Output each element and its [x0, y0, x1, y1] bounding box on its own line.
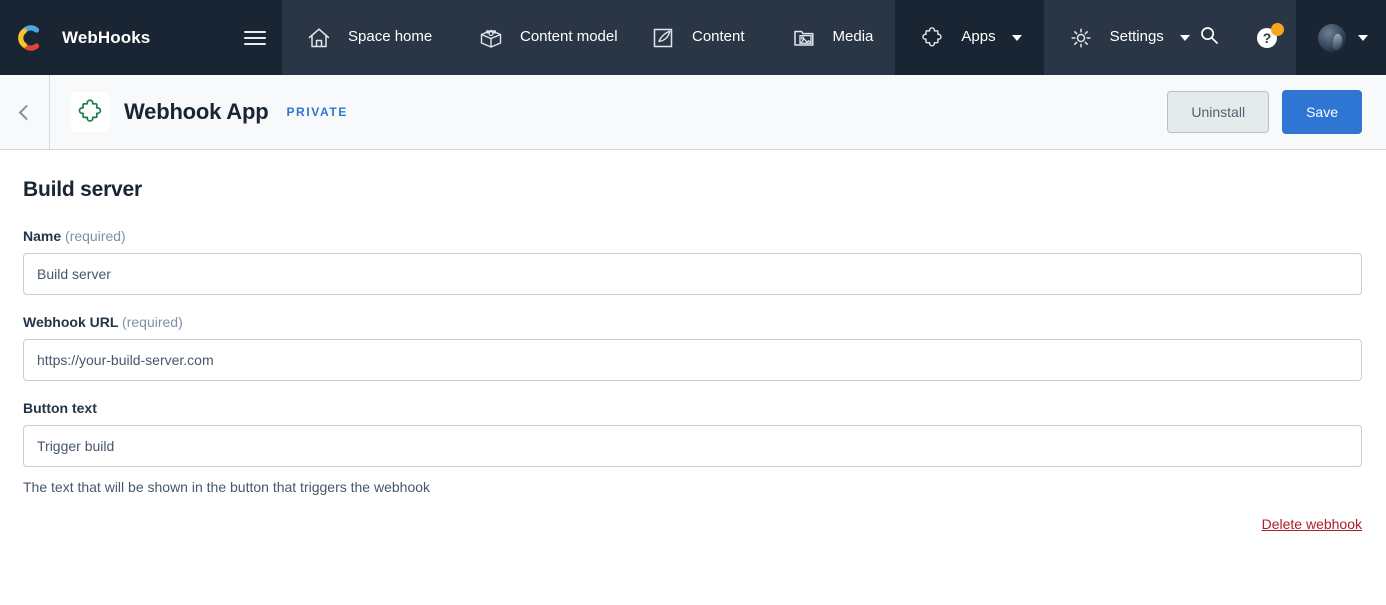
- media-image-icon: [789, 23, 819, 53]
- app-sub-header: Webhook App PRIVATE Uninstall Save: [0, 75, 1386, 150]
- apps-puzzle-icon: [917, 23, 947, 53]
- home-icon: [304, 23, 334, 53]
- brand-title: WebHooks: [62, 27, 151, 47]
- chevron-left-icon: [18, 104, 35, 120]
- field-label-name: Name (required): [23, 228, 1362, 244]
- help-button[interactable]: ?: [1238, 0, 1296, 75]
- user-avatar: [1318, 23, 1346, 52]
- chevron-down-icon: [1011, 34, 1022, 41]
- nav-item-label: Apps: [961, 28, 996, 46]
- back-button[interactable]: [0, 75, 50, 149]
- search-icon: [1198, 24, 1220, 51]
- nav-right-section: ?: [1180, 0, 1386, 75]
- field-helper-text: The text that will be shown in the butto…: [23, 479, 431, 495]
- main-content: Build server Name (required) Webhook URL…: [0, 150, 1386, 532]
- content-pen-icon: [648, 23, 678, 53]
- nav-item-content[interactable]: Content: [626, 0, 767, 75]
- status-badge: PRIVATE: [286, 105, 348, 119]
- nav-item-label: Settings: [1109, 28, 1164, 46]
- uninstall-button[interactable]: Uninstall: [1167, 91, 1270, 133]
- content-model-box-icon: [476, 23, 506, 53]
- top-navigation-bar: WebHooks Space home Content model Conten…: [0, 0, 1386, 75]
- field-label-button-text: Button text: [23, 400, 1362, 416]
- field-label-text: Webhook URL: [23, 314, 119, 330]
- nav-item-media[interactable]: Media: [767, 0, 896, 75]
- brand-section: WebHooks: [0, 0, 282, 75]
- field-label-webhook-url: Webhook URL (required): [23, 314, 1362, 330]
- field-label-text: Button text: [23, 400, 97, 416]
- user-menu[interactable]: [1296, 0, 1386, 75]
- button-text-input[interactable]: [23, 425, 1362, 467]
- name-input[interactable]: [23, 253, 1362, 295]
- hamburger-menu-icon[interactable]: [244, 26, 268, 50]
- delete-webhook-link[interactable]: Delete webhook: [1262, 516, 1362, 532]
- help-notification-badge: [1271, 22, 1284, 36]
- nav-item-label: Content: [692, 28, 745, 46]
- header-actions: Uninstall Save: [1167, 90, 1386, 134]
- section-title: Build server: [23, 178, 142, 201]
- puzzle-piece-icon: [70, 92, 110, 132]
- nav-item-space-home[interactable]: Space home: [282, 0, 454, 75]
- field-label-text: Name: [23, 228, 62, 244]
- field-webhook-url: Webhook URL (required): [23, 314, 1362, 381]
- app-identity: Webhook App PRIVATE: [50, 92, 348, 132]
- webhook-url-input[interactable]: [23, 339, 1362, 381]
- save-button[interactable]: Save: [1282, 90, 1362, 134]
- search-button[interactable]: [1180, 0, 1238, 75]
- nav-item-label: Content model: [520, 28, 618, 46]
- help-question-icon: ?: [1255, 22, 1284, 50]
- nav-item-label: Space home: [348, 28, 433, 46]
- settings-gear-icon: [1066, 23, 1096, 53]
- page-title: Webhook App: [124, 99, 269, 124]
- field-button-text: Button text The text that will be shown …: [23, 400, 1362, 495]
- svg-text:?: ?: [1263, 30, 1272, 46]
- nav-item-apps[interactable]: Apps: [895, 0, 1044, 75]
- field-required-text: (required): [122, 314, 183, 330]
- field-name: Name (required): [23, 228, 1362, 295]
- chevron-down-icon: [1358, 34, 1368, 41]
- footer-actions: Delete webhook: [23, 516, 1362, 532]
- nav-item-label: Media: [832, 28, 874, 46]
- field-required-text: (required): [65, 228, 126, 244]
- primary-nav-items: Space home Content model Content Media A…: [282, 0, 1190, 75]
- nav-item-content-model[interactable]: Content model: [454, 0, 626, 75]
- contentful-logo-icon: [16, 23, 46, 53]
